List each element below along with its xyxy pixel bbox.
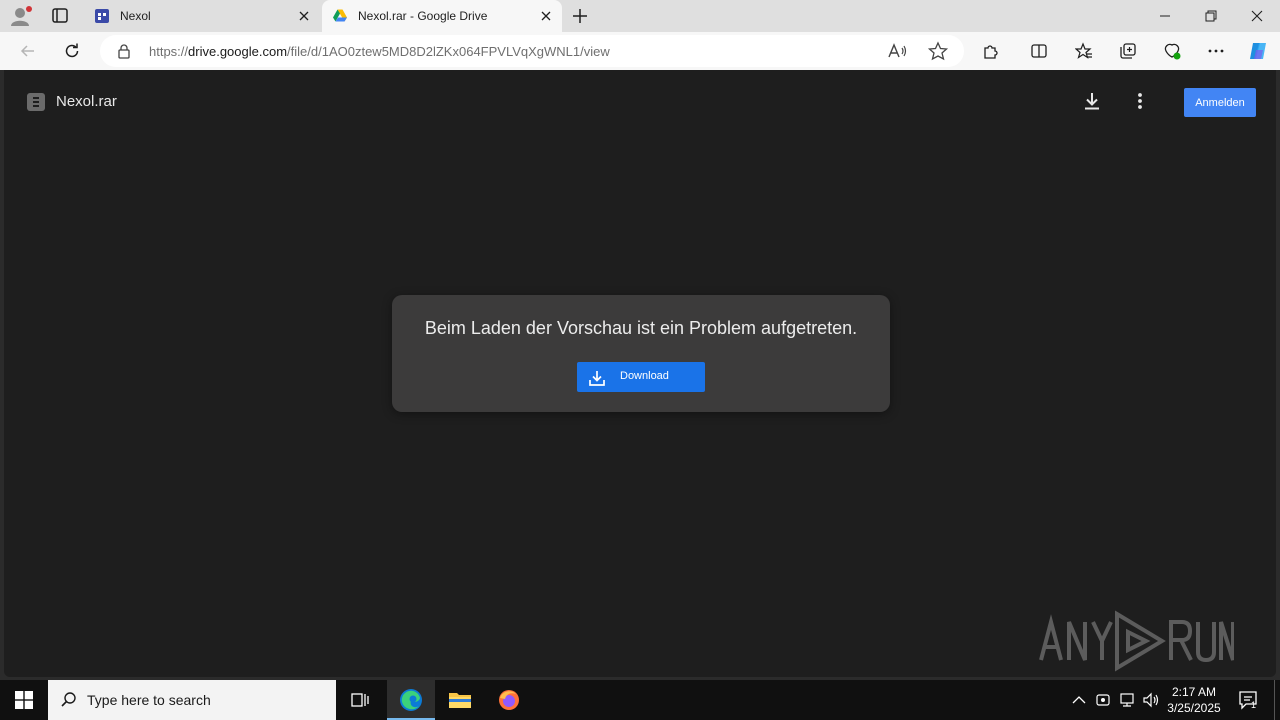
tab-close-icon[interactable] [292, 4, 316, 28]
copilot-icon[interactable] [1244, 37, 1272, 65]
clock-time: 2:17 AM [1171, 685, 1217, 699]
chevron-up-icon[interactable] [1070, 691, 1088, 709]
meet-now-icon[interactable] [1094, 691, 1112, 709]
browser-essentials-icon[interactable] [1158, 37, 1186, 65]
extensions-icon[interactable] [977, 37, 1005, 65]
search-icon [60, 691, 78, 709]
taskbar-search-box[interactable]: Type here to search [48, 680, 336, 720]
collections-icon[interactable] [1114, 37, 1142, 65]
task-view-icon[interactable] [336, 680, 384, 720]
windows-taskbar: Type here to search 2:17 AM 3/25/2025 1 [0, 680, 1280, 720]
system-clock[interactable]: 2:17 AM 3/25/2025 [1164, 684, 1224, 716]
preview-error-dialog: Beim Laden der Vorschau ist ein Problem … [392, 295, 890, 412]
split-screen-icon[interactable] [1025, 37, 1053, 65]
address-bar[interactable]: https://drive.google.com/file/d/1AO0ztew… [100, 35, 964, 67]
refresh-icon[interactable] [58, 37, 86, 65]
browser-toolbar: https://drive.google.com/file/d/1AO0ztew… [0, 32, 1280, 70]
preview-error-message: Beim Laden der Vorschau ist ein Problem … [424, 318, 858, 338]
file-explorer-icon[interactable] [436, 680, 484, 720]
favorite-star-icon[interactable] [927, 41, 949, 61]
profile-avatar-icon[interactable] [8, 4, 34, 28]
more-options-icon[interactable] [1128, 89, 1152, 113]
download-button[interactable]: Download [577, 362, 705, 392]
calendar-app-icon [94, 8, 110, 24]
sign-in-button[interactable]: Anmelden [1184, 88, 1256, 117]
file-type-icon [27, 93, 45, 111]
minimize-icon[interactable] [1142, 0, 1188, 32]
google-drive-icon [332, 8, 348, 24]
download-button-label: Download [620, 370, 669, 382]
windows-start-icon[interactable] [0, 680, 48, 720]
download-icon[interactable] [1080, 89, 1104, 113]
url-text[interactable]: https://drive.google.com/file/d/1AO0ztew… [149, 44, 610, 59]
network-icon[interactable] [1118, 691, 1136, 709]
lock-icon[interactable] [116, 43, 132, 59]
firefox-icon[interactable] [485, 680, 533, 720]
close-window-icon[interactable] [1234, 0, 1280, 32]
drive-file-viewer: Nexol.rar Anmelden Beim Laden der Vorsch… [4, 70, 1276, 677]
edge-icon[interactable] [387, 680, 435, 720]
url-host: drive.google.com [188, 44, 288, 59]
back-arrow-icon[interactable] [14, 37, 42, 65]
tab-title: Nexol [120, 9, 151, 23]
browser-tab-strip: Nexol Nexol.rar - Google Drive [0, 0, 1280, 32]
show-desktop-button[interactable] [1274, 680, 1280, 720]
download-arrow-icon [588, 369, 606, 387]
url-scheme: https:// [149, 44, 189, 59]
volume-icon[interactable] [1142, 691, 1160, 709]
notification-center-icon[interactable]: 1 [1236, 688, 1260, 712]
search-placeholder: Type here to search [87, 692, 211, 708]
favorites-icon[interactable] [1070, 37, 1098, 65]
file-name-title: Nexol.rar [56, 93, 117, 110]
tab-google-drive[interactable]: Nexol.rar - Google Drive [322, 0, 562, 32]
tab-title: Nexol.rar - Google Drive [358, 9, 488, 23]
settings-more-icon[interactable] [1202, 37, 1230, 65]
tab-close-icon[interactable] [534, 4, 558, 28]
restore-icon[interactable] [1188, 0, 1234, 32]
notification-count: 1 [1251, 700, 1257, 710]
anyrun-watermark-logo [1038, 610, 1235, 672]
url-path: /file/d/1AO0ztew5MD8D2lZKx064FPVLVqXgWNL… [287, 44, 610, 59]
read-aloud-icon[interactable] [886, 41, 908, 61]
tab-nexol[interactable]: Nexol [84, 0, 320, 32]
new-tab-plus-icon[interactable] [568, 4, 592, 28]
tab-actions-icon[interactable] [46, 4, 74, 28]
clock-date: 3/25/2025 [1167, 701, 1221, 715]
